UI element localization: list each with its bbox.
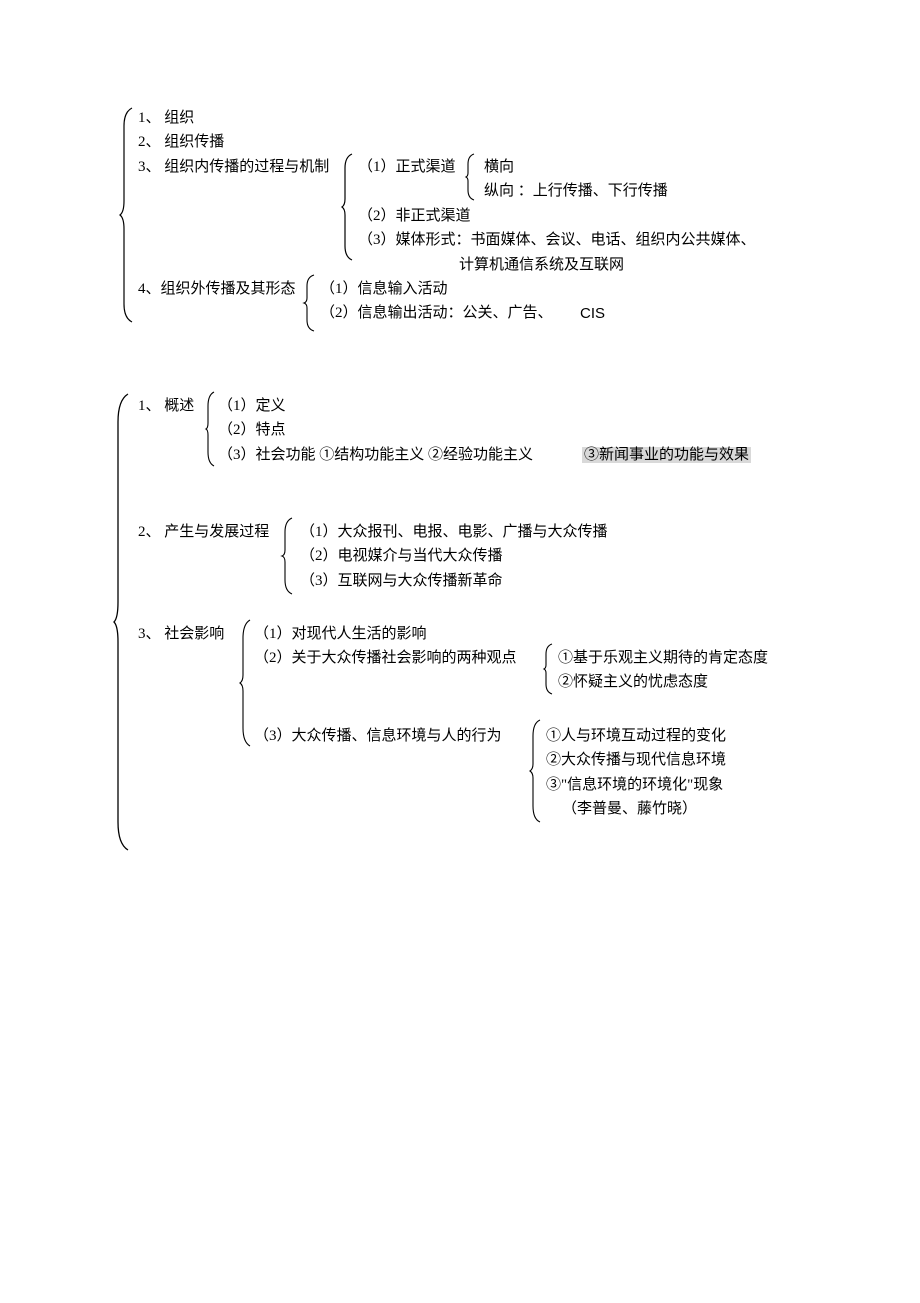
a-item3-1: （1）正式渠道 bbox=[358, 155, 456, 180]
b-item1-3b: ③新闻事业的功能与效果 bbox=[582, 443, 751, 468]
brace-left-b bbox=[112, 392, 132, 852]
a-item2: 2、 组织传播 bbox=[138, 130, 224, 155]
a-item4-1: （1）信息输入活动 bbox=[320, 277, 448, 302]
brace-a4 bbox=[302, 273, 318, 333]
b-item3: 3、 社会影响 bbox=[138, 622, 224, 647]
b-item3-3: （3）大众传播、信息环境与人的行为 bbox=[254, 724, 502, 749]
b-item3-3a: ①人与环境互动过程的变化 bbox=[546, 724, 726, 749]
a-item3-1b: 纵向 ：上行传播、下行传播 bbox=[484, 179, 668, 204]
brace-b3-2 bbox=[542, 642, 556, 696]
b-item3-3b: ②大众传播与现代信息环境 bbox=[546, 748, 726, 773]
brace-b1 bbox=[204, 390, 218, 468]
b-item3-2a: ①基于乐观主义期待的肯定态度 bbox=[558, 646, 768, 671]
document-page: 1、 组织 2、 组织传播 3、 组织内传播的过程与机制 （1）正式渠道 横向 … bbox=[0, 0, 920, 1303]
a-item3: 3、 组织内传播的过程与机制 bbox=[138, 155, 329, 180]
a-item1: 1、 组织 bbox=[138, 106, 194, 131]
b-item2-2: （2）电视媒介与当代大众传播 bbox=[300, 544, 503, 569]
a-item3-3b: 计算机通信系统及互联网 bbox=[459, 253, 624, 278]
b-item1-3a: （3）社会功能 ①结构功能主义 ②经验功能主义 bbox=[218, 443, 533, 468]
brace-a3-1 bbox=[464, 152, 478, 202]
highlighted-text: ③新闻事业的功能与效果 bbox=[582, 447, 751, 463]
brace-b3-3 bbox=[528, 718, 544, 824]
b-item2: 2、 产生与发展过程 bbox=[138, 520, 269, 545]
b-item2-1: （1）大众报刊、电报、电影、广播与大众传播 bbox=[300, 520, 608, 545]
brace-left-a bbox=[118, 106, 136, 324]
b-item1-1: （1）定义 bbox=[218, 394, 286, 419]
brace-a3 bbox=[340, 152, 356, 262]
b-item3-3d: （李普曼、藤竹晓） bbox=[562, 797, 697, 822]
a-item3-2: （2）非正式渠道 bbox=[358, 204, 471, 229]
a-item3-1a: 横向 bbox=[484, 155, 514, 180]
a-item3-3: （3）媒体形式：书面媒体、会议、电话、组织内公共媒体、 bbox=[358, 228, 756, 253]
b-item3-3c: ③"信息环境的环境化"现象 bbox=[546, 773, 723, 798]
b-item2-3: （3）互联网与大众传播新革命 bbox=[300, 569, 503, 594]
a-item4-2-cis: CIS bbox=[580, 302, 605, 327]
b-item3-1: （1）对现代人生活的影响 bbox=[254, 622, 427, 647]
a-item4: 4、组织外传播及其形态 bbox=[138, 277, 296, 302]
b-item3-2: （2）关于大众传播社会影响的两种观点 bbox=[254, 646, 517, 671]
b-item1: 1、 概述 bbox=[138, 394, 194, 419]
brace-b3 bbox=[238, 618, 254, 748]
b-item3-2b: ②怀疑主义的忧虑态度 bbox=[558, 670, 708, 695]
brace-b2 bbox=[280, 516, 296, 596]
a-item4-2: （2）信息输出活动：公关、广告、 bbox=[320, 301, 553, 326]
b-item1-2: （2）特点 bbox=[218, 418, 286, 443]
